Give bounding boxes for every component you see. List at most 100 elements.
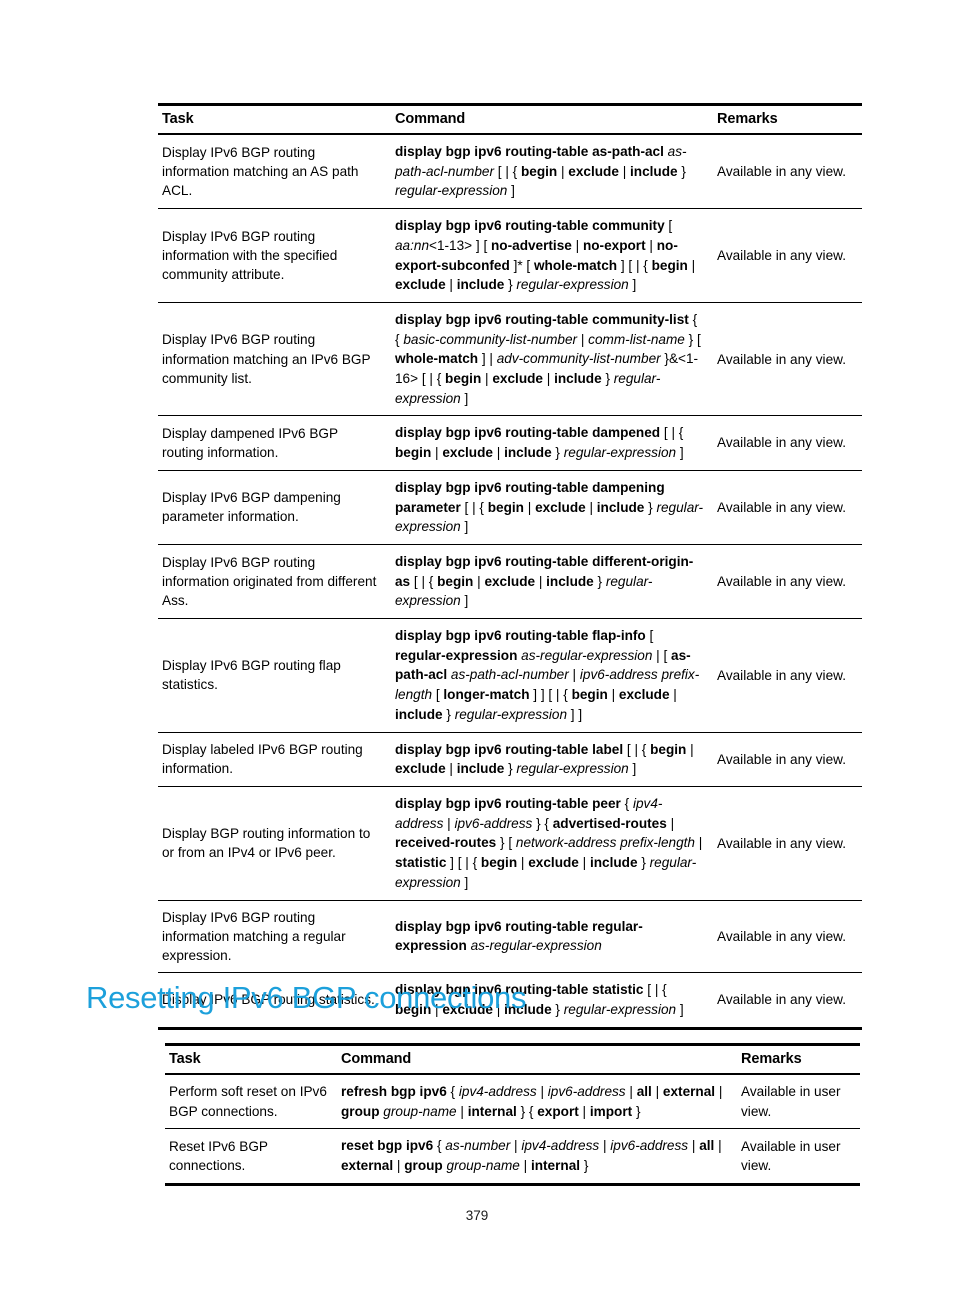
command-token-kw: include: [630, 163, 678, 179]
command-token-kw: no-advertise: [491, 237, 572, 253]
page-title: Resetting IPv6 BGP connections: [86, 980, 527, 1015]
command-token-pl: |: [568, 667, 580, 683]
command-token-pl: |: [578, 1103, 590, 1119]
command-token-var: as-number: [445, 1138, 511, 1154]
command-token-pl: [: [664, 218, 673, 234]
command-token-kw: exclude: [484, 573, 536, 589]
command-token-kw: group: [404, 1158, 443, 1174]
command-token-var: network-address prefix-length: [515, 835, 695, 851]
cell-command: display bgp ipv6 routing-table community…: [391, 301, 713, 416]
column-header-remarks: Remarks: [737, 1044, 860, 1075]
command-token-pl: }: [442, 706, 455, 722]
command-token-kw: display bgp ipv6 routing-table dampened: [395, 425, 661, 441]
cell-task: Display IPv6 BGP routing information ori…: [158, 543, 391, 619]
command-token-pl: |: [577, 331, 589, 347]
command-token-pl: ] |: [478, 351, 497, 367]
page-number: 379: [465, 1208, 489, 1223]
cell-remarks: Available in any view.: [713, 301, 862, 416]
cell-task: Display IPv6 BGP routing information mat…: [158, 301, 391, 416]
command-token-kw: export: [537, 1103, 579, 1119]
document-page: Task Command Remarks Display IPv6 BGP ro…: [0, 0, 954, 1296]
command-token-pl: ]* [: [509, 257, 534, 273]
column-header-command: Command: [391, 104, 713, 135]
command-token-pl: |: [473, 573, 485, 589]
cell-command: display bgp ipv6 routing-table dampened …: [391, 415, 713, 471]
command-token-pl: ]: [460, 390, 469, 406]
command-token-pl: |: [523, 499, 536, 515]
command-token-pl: [ | {: [623, 741, 651, 757]
command-token-kw: display bgp ipv6 routing-table flap-info: [395, 628, 646, 644]
command-token-pl: |: [445, 761, 457, 777]
command-token-pl: }: [504, 277, 517, 293]
command-token-pl: ]: [460, 593, 469, 609]
cell-command: refresh bgp ipv6 { ipv4-address | ipv6-a…: [337, 1074, 737, 1129]
command-token-pl: [ | {: [493, 163, 521, 179]
command-token-pl: |: [578, 855, 590, 871]
command-token-pl: }: [593, 573, 606, 589]
table-row: Reset IPv6 BGP connections. reset bgp ipv…: [165, 1128, 860, 1185]
command-token-pl: |: [557, 163, 569, 179]
command-token-kw: received-routes: [395, 835, 497, 851]
table-row: Display BGP routing information to or fr…: [158, 785, 862, 900]
command-token-pl: }: [580, 1158, 589, 1174]
command-token-kw: reset bgp ipv6: [341, 1138, 434, 1154]
command-token-pl: ] [ | {: [446, 855, 481, 871]
command-token-pl: ]: [676, 445, 684, 461]
cell-command: display bgp ipv6 routing-table peer { ip…: [391, 785, 713, 900]
command-token-kw: begin: [445, 371, 482, 387]
command-token-var: group-name: [383, 1103, 457, 1119]
command-token-var: ipv6-address: [454, 815, 533, 831]
command-token-pl: }: [637, 855, 650, 871]
cell-command: display bgp ipv6 routing-table flap-info…: [391, 618, 713, 733]
command-token-pl: |: [686, 741, 694, 757]
command-token-pl: [ | {: [643, 982, 667, 998]
cell-command: display bgp ipv6 routing-table different…: [391, 543, 713, 619]
command-token-pl: |: [517, 855, 529, 871]
command-token-pl: |: [519, 1158, 531, 1174]
command-token-var: as-regular-expression: [521, 647, 653, 663]
cell-task: Display labeled IPv6 BGP routing informa…: [158, 731, 391, 787]
ipv6-bgp-display-commands-table: Task Command Remarks Display IPv6 BGP ro…: [158, 103, 862, 1030]
command-token-pl: [: [432, 687, 444, 703]
command-token-pl: |: [618, 163, 631, 179]
command-token-kw: include: [456, 761, 505, 777]
command-token-pl: |: [445, 277, 457, 293]
command-token-var: ipv6-address: [547, 1084, 626, 1099]
command-token-pl: }: [601, 371, 614, 387]
command-token-kw: include: [589, 855, 638, 871]
table-row: Display IPv6 BGP routing information ori…: [158, 543, 862, 619]
command-token-kw: display bgp ipv6 routing-table label: [395, 741, 624, 757]
command-token-kw: display bgp ipv6 routing-table community…: [395, 311, 689, 327]
command-token-kw: statistic: [395, 855, 447, 871]
command-token-pl: | [: [652, 647, 672, 663]
command-token-pl: |: [694, 835, 703, 851]
cell-task: Perform soft reset on IPv6 BGP connectio…: [169, 1084, 327, 1119]
command-token-pl: }: [677, 163, 686, 179]
command-token-kw: begin: [395, 445, 432, 461]
command-token-pl: }: [504, 761, 517, 777]
cell-remarks: Available in any view.: [713, 618, 862, 733]
table-row: Display IPv6 BGP routing information wit…: [158, 208, 862, 303]
cell-remarks: Available in any view.: [713, 415, 862, 471]
command-token-var: ipv4-address: [521, 1138, 600, 1154]
cell-task: Display IPv6 BGP routing information mat…: [162, 144, 359, 199]
table-body: Display IPv6 BGP routing information mat…: [158, 134, 862, 1029]
command-token-kw: whole-match: [395, 351, 479, 367]
command-token-var: ipv6-address: [610, 1138, 689, 1154]
command-token-kw: internal: [467, 1103, 517, 1119]
cell-remarks: Available in any view.: [713, 899, 862, 973]
command-token-pl: {: [620, 795, 633, 811]
cell-remarks: Available in any view.: [713, 972, 862, 1029]
command-token-kw: exclude: [492, 371, 543, 387]
cell-task: Display IPv6 BGP routing information wit…: [158, 208, 391, 303]
command-token-kw: exclude: [528, 855, 579, 871]
command-token-pl: |: [492, 445, 505, 461]
command-token-pl: ] [ | {: [617, 257, 652, 273]
command-token-pl: [: [645, 628, 654, 644]
command-token-pl: {: [433, 1138, 446, 1154]
command-token-kw: display bgp ipv6 routing-table community: [395, 218, 665, 234]
command-token-pl: |: [443, 815, 455, 831]
table-row: Display IPv6 BGP routing information mat…: [158, 134, 862, 209]
command-token-var: ipv4-address: [458, 1084, 537, 1099]
cell-command: display bgp ipv6 routing-table dampening…: [391, 469, 713, 545]
